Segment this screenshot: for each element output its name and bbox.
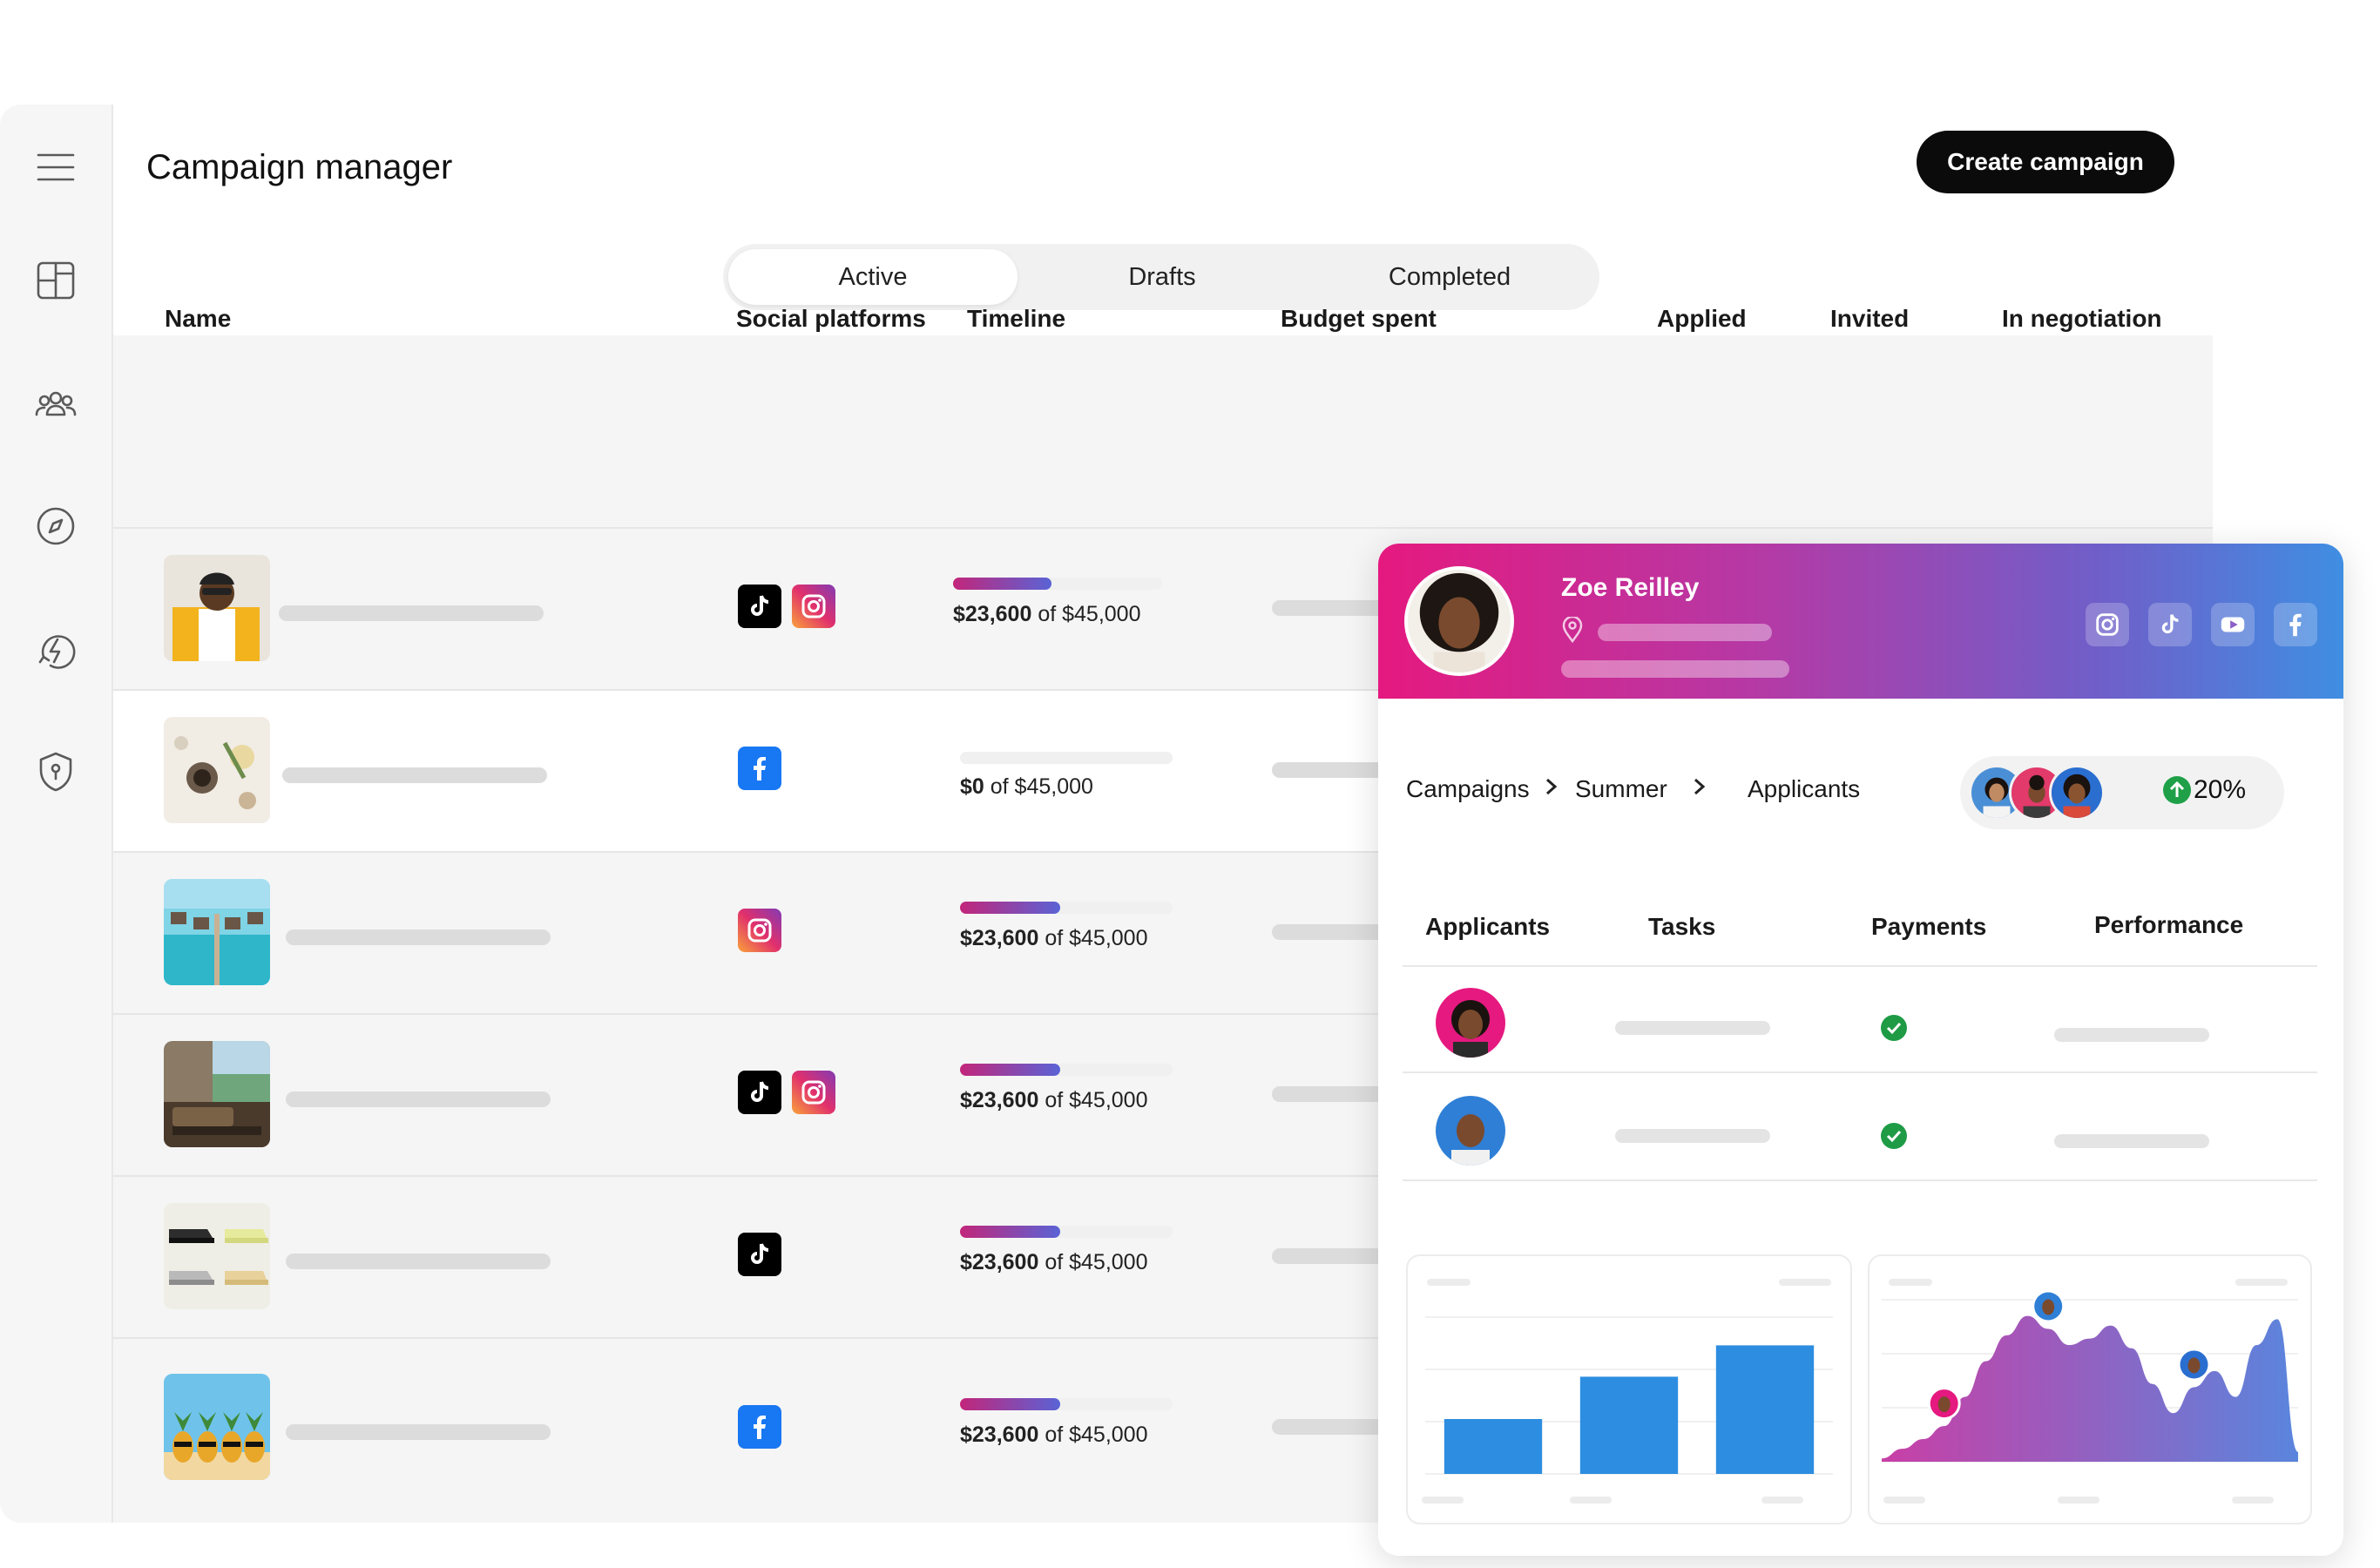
campaign-thumbnail [164, 1203, 270, 1309]
instagram-icon [792, 585, 835, 628]
payment-check-icon [1880, 1122, 1908, 1150]
budget-progress-bar [960, 1064, 1173, 1076]
tab-active[interactable]: Active [728, 249, 1018, 305]
compass-icon[interactable] [28, 498, 84, 554]
budget-text: $0 of $45,000 [960, 774, 1093, 799]
avatar-marker [2177, 1348, 2211, 1382]
column-header-timeline[interactable]: Timeline [967, 305, 1065, 333]
dashboard-icon[interactable] [28, 253, 84, 308]
page-title: Campaign manager [146, 148, 453, 186]
budget-progress-bar [960, 1226, 1173, 1238]
menu-icon[interactable] [28, 139, 84, 195]
column-header-applicants[interactable]: Applicants [1425, 913, 1550, 941]
bar-chart-card [1406, 1254, 1852, 1524]
sidebar [0, 105, 113, 1523]
tiktok-icon[interactable] [2148, 603, 2192, 646]
avatar [2049, 765, 2105, 821]
shield-icon[interactable] [28, 744, 84, 800]
column-header-payments[interactable]: Payments [1871, 913, 1986, 941]
column-header-tasks[interactable]: Tasks [1648, 913, 1715, 941]
status-tabs: Active Drafts Completed [723, 244, 1599, 310]
facebook-icon [738, 1405, 781, 1449]
payment-check-icon [1880, 1014, 1908, 1042]
instagram-icon [738, 909, 781, 952]
avatar-marker [1927, 1387, 1961, 1421]
social-platforms [738, 909, 781, 952]
column-header-performance[interactable]: Performance [2094, 911, 2243, 939]
campaign-thumbnail [164, 1041, 270, 1147]
facebook-icon[interactable] [2274, 603, 2317, 646]
column-header-in-negotiation[interactable]: In negotiation [2002, 305, 2162, 333]
location-pin-icon [1561, 615, 1584, 647]
area-chart-card [1868, 1254, 2312, 1524]
campaign-thumbnail [164, 555, 270, 661]
social-platforms [738, 1405, 781, 1449]
column-header-social-platforms[interactable]: Social platforms [736, 305, 926, 333]
tiktok-icon [738, 585, 781, 628]
avatar-marker [2032, 1289, 2066, 1323]
column-header-applied[interactable]: Applied [1657, 305, 1747, 333]
social-platforms [738, 1071, 835, 1114]
social-platforms [738, 585, 835, 628]
chevron-right-icon [1542, 772, 1561, 806]
tiktok-icon [738, 1071, 781, 1114]
people-icon[interactable] [28, 376, 84, 432]
area-chart [1882, 1289, 2298, 1504]
budget-text: $23,600 of $45,000 [960, 1250, 1148, 1274]
facebook-icon [738, 747, 781, 790]
column-header-invited[interactable]: Invited [1830, 305, 1909, 333]
tab-drafts[interactable]: Drafts [1018, 249, 1307, 305]
budget-progress-bar [960, 752, 1173, 764]
bar-0 [1444, 1419, 1543, 1474]
campaign-thumbnail [164, 879, 270, 985]
profile-header: Zoe Reilley [1378, 544, 2343, 699]
lightning-icon[interactable] [28, 622, 84, 678]
bar-2 [1715, 1345, 1815, 1474]
youtube-icon[interactable] [2211, 603, 2255, 646]
instagram-icon[interactable] [2086, 603, 2129, 646]
tab-completed[interactable]: Completed [1305, 249, 1594, 305]
bar-chart [1422, 1316, 1833, 1504]
avatar [1404, 566, 1514, 676]
campaign-thumbnail [164, 717, 270, 823]
social-platforms [738, 747, 781, 790]
budget-text: $23,600 of $45,000 [960, 926, 1148, 950]
profile-name: Zoe Reilley [1561, 573, 1700, 602]
breadcrumb-summer[interactable]: Summer [1575, 775, 1667, 803]
campaign-thumbnail [164, 1374, 270, 1480]
influencer-profile-card: Zoe Reilley Campaigns Summer Applicants … [1378, 544, 2343, 1556]
tiktok-icon [738, 1233, 781, 1276]
chevron-right-icon [1690, 772, 1709, 806]
create-campaign-button[interactable]: Create campaign [1917, 131, 2174, 193]
budget-text: $23,600 of $45,000 [953, 602, 1141, 626]
applicant-avatar[interactable] [1436, 988, 1505, 1058]
budget-text: $23,600 of $45,000 [960, 1423, 1148, 1447]
budget-progress-bar [953, 578, 1162, 590]
social-platforms [738, 1233, 781, 1276]
budget-progress-bar [960, 1398, 1173, 1410]
growth-percent: 20% [2194, 775, 2247, 804]
instagram-icon [792, 1071, 835, 1114]
bar-1 [1579, 1376, 1679, 1474]
column-header-name[interactable]: Name [165, 305, 231, 333]
breadcrumb-campaigns[interactable]: Campaigns [1406, 775, 1530, 803]
arrow-up-icon [2162, 775, 2192, 805]
applicant-avatar[interactable] [1436, 1096, 1505, 1166]
column-header-budget-spent[interactable]: Budget spent [1281, 305, 1437, 333]
budget-text: $23,600 of $45,000 [960, 1088, 1148, 1112]
budget-progress-bar [960, 902, 1173, 914]
breadcrumb-applicants[interactable]: Applicants [1748, 775, 1860, 803]
